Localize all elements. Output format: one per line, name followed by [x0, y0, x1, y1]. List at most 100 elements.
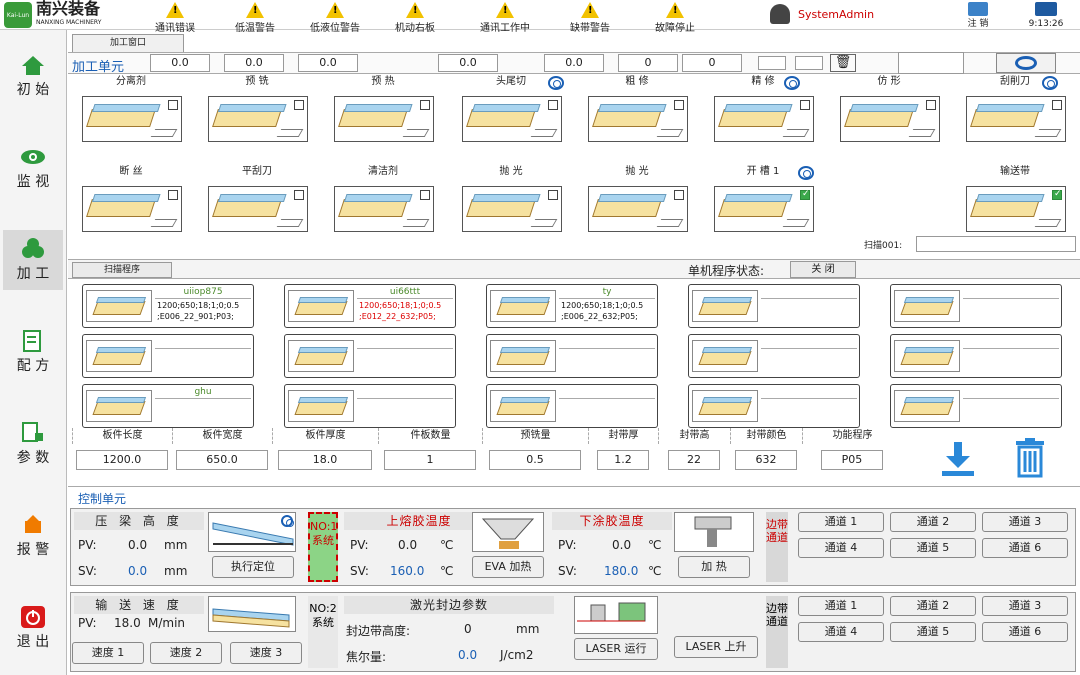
nav-params[interactable]: 参 数: [3, 414, 63, 474]
param-value[interactable]: 18.0: [278, 450, 372, 470]
program-slot[interactable]: ty 1200;650;18;1;0;0.5 ;E006_22_632;P05;: [486, 284, 658, 328]
trash-icon[interactable]: 🗑: [830, 54, 856, 72]
stage-tile[interactable]: [208, 96, 308, 142]
stage-checkbox[interactable]: [168, 190, 178, 200]
channel-button-2[interactable]: 通道 2: [890, 512, 976, 532]
param-value[interactable]: 1: [384, 450, 476, 470]
stage-tile[interactable]: [82, 96, 182, 142]
stage-tile[interactable]: [588, 96, 688, 142]
logout-button[interactable]: 注 销: [958, 2, 998, 29]
program-slot[interactable]: uiiop875 1200;650;18;1;0;0.5 ;E006_22_901…: [82, 284, 254, 328]
stage-checkbox[interactable]: [1052, 100, 1062, 110]
stage-tile[interactable]: [462, 96, 562, 142]
channel-button-2[interactable]: 通道 2: [890, 596, 976, 616]
param-value[interactable]: 22: [668, 450, 720, 470]
laser-run-button[interactable]: LASER 运行: [574, 638, 658, 660]
tab-process-window[interactable]: 加工窗口: [72, 34, 184, 52]
program-slot[interactable]: [284, 334, 456, 378]
channel-button-4[interactable]: 通道 4: [798, 622, 884, 642]
speed-2-button[interactable]: 速度 2: [150, 642, 222, 664]
alarm-right-board[interactable]: 机动右板: [380, 0, 450, 34]
param-value[interactable]: P05: [821, 450, 883, 470]
channel-button-6[interactable]: 通道 6: [982, 622, 1068, 642]
program-slot[interactable]: [688, 384, 860, 428]
stage-checkbox[interactable]: [926, 100, 936, 110]
stage-tile[interactable]: [82, 186, 182, 232]
channel-button-3[interactable]: 通道 3: [982, 512, 1068, 532]
param-value[interactable]: 0.5: [489, 450, 581, 470]
gear-icon[interactable]: [1042, 76, 1058, 90]
stage-tile[interactable]: [714, 186, 814, 232]
param-value[interactable]: 632: [735, 450, 797, 470]
nav-process[interactable]: 加 工: [3, 230, 63, 290]
execute-position-button[interactable]: 执行定位: [212, 556, 294, 578]
nav-monitor[interactable]: 监 视: [3, 138, 63, 198]
gear-icon[interactable]: [784, 76, 800, 90]
stage-checkbox[interactable]: [294, 190, 304, 200]
stage-tile[interactable]: [714, 96, 814, 142]
program-slot[interactable]: [486, 384, 658, 428]
stage-checkbox[interactable]: [674, 190, 684, 200]
stage-tile[interactable]: [966, 186, 1066, 232]
param-value[interactable]: 650.0: [176, 450, 268, 470]
stage-checkbox[interactable]: [1052, 189, 1062, 200]
alarm-comm-working[interactable]: 通讯工作中: [470, 0, 540, 34]
laser-up-button[interactable]: LASER 上升: [674, 636, 758, 658]
stage-checkbox[interactable]: [800, 100, 810, 110]
alarm-fault-stop[interactable]: 故障停止: [640, 0, 710, 34]
program-slot[interactable]: [82, 334, 254, 378]
channel-button-3[interactable]: 通道 3: [982, 596, 1068, 616]
eva-heat-button[interactable]: EVA 加热: [472, 556, 544, 578]
stage-checkbox[interactable]: [168, 100, 178, 110]
gear-icon[interactable]: [281, 514, 294, 527]
stage-checkbox[interactable]: [548, 100, 558, 110]
stage-checkbox[interactable]: [800, 189, 810, 200]
param-value[interactable]: 1.2: [597, 450, 649, 470]
stage-tile[interactable]: [588, 186, 688, 232]
alarm-low-temp[interactable]: 低温警告: [220, 0, 290, 34]
nav-alarm[interactable]: 报 警: [3, 506, 63, 566]
stage-checkbox[interactable]: [420, 190, 430, 200]
single-status-value[interactable]: 关 闭: [790, 261, 856, 278]
channel-button-1[interactable]: 通道 1: [798, 512, 884, 532]
heat-button[interactable]: 加 热: [678, 556, 750, 578]
alarm-comm-error[interactable]: 通讯错误: [140, 0, 210, 34]
stage-checkbox[interactable]: [420, 100, 430, 110]
channel-button-5[interactable]: 通道 5: [890, 538, 976, 558]
program-slot[interactable]: [688, 284, 860, 328]
speed-3-button[interactable]: 速度 3: [230, 642, 302, 664]
program-slot[interactable]: ui66ttt 1200;650;18;1;0;0.5 ;E012_22_632;…: [284, 284, 456, 328]
stage-checkbox[interactable]: [294, 100, 304, 110]
program-slot[interactable]: [486, 334, 658, 378]
channel-button-6[interactable]: 通道 6: [982, 538, 1068, 558]
stage-checkbox[interactable]: [674, 100, 684, 110]
stage-checkbox[interactable]: [548, 190, 558, 200]
stage-tile[interactable]: [334, 186, 434, 232]
download-icon[interactable]: [938, 440, 978, 480]
program-slot[interactable]: ghu: [82, 384, 254, 428]
tab-scan-program[interactable]: 扫描程序: [72, 262, 172, 278]
settings-gear-button[interactable]: [996, 53, 1056, 73]
channel-button-1[interactable]: 通道 1: [798, 596, 884, 616]
stage-tile[interactable]: [462, 186, 562, 232]
alarm-low-level[interactable]: 低液位警告: [300, 0, 370, 34]
speed-1-button[interactable]: 速度 1: [72, 642, 144, 664]
alarm-no-tape[interactable]: 缺带警告: [555, 0, 625, 34]
program-slot[interactable]: [688, 334, 860, 378]
stage-tile[interactable]: [208, 186, 308, 232]
scan-input[interactable]: [916, 236, 1076, 252]
delete-icon[interactable]: [1012, 438, 1048, 478]
stage-tile[interactable]: [334, 96, 434, 142]
stage-tile[interactable]: [840, 96, 940, 142]
nav-init[interactable]: 初 始: [3, 46, 63, 106]
gear-icon[interactable]: [548, 76, 564, 90]
stage-tile[interactable]: [966, 96, 1066, 142]
param-value[interactable]: 1200.0: [76, 450, 168, 470]
program-slot[interactable]: [890, 284, 1062, 328]
channel-button-4[interactable]: 通道 4: [798, 538, 884, 558]
program-slot[interactable]: [890, 384, 1062, 428]
program-slot[interactable]: [284, 384, 456, 428]
channel-button-5[interactable]: 通道 5: [890, 622, 976, 642]
nav-recipe[interactable]: 配 方: [3, 322, 63, 382]
nav-exit[interactable]: 退 出: [3, 598, 63, 658]
